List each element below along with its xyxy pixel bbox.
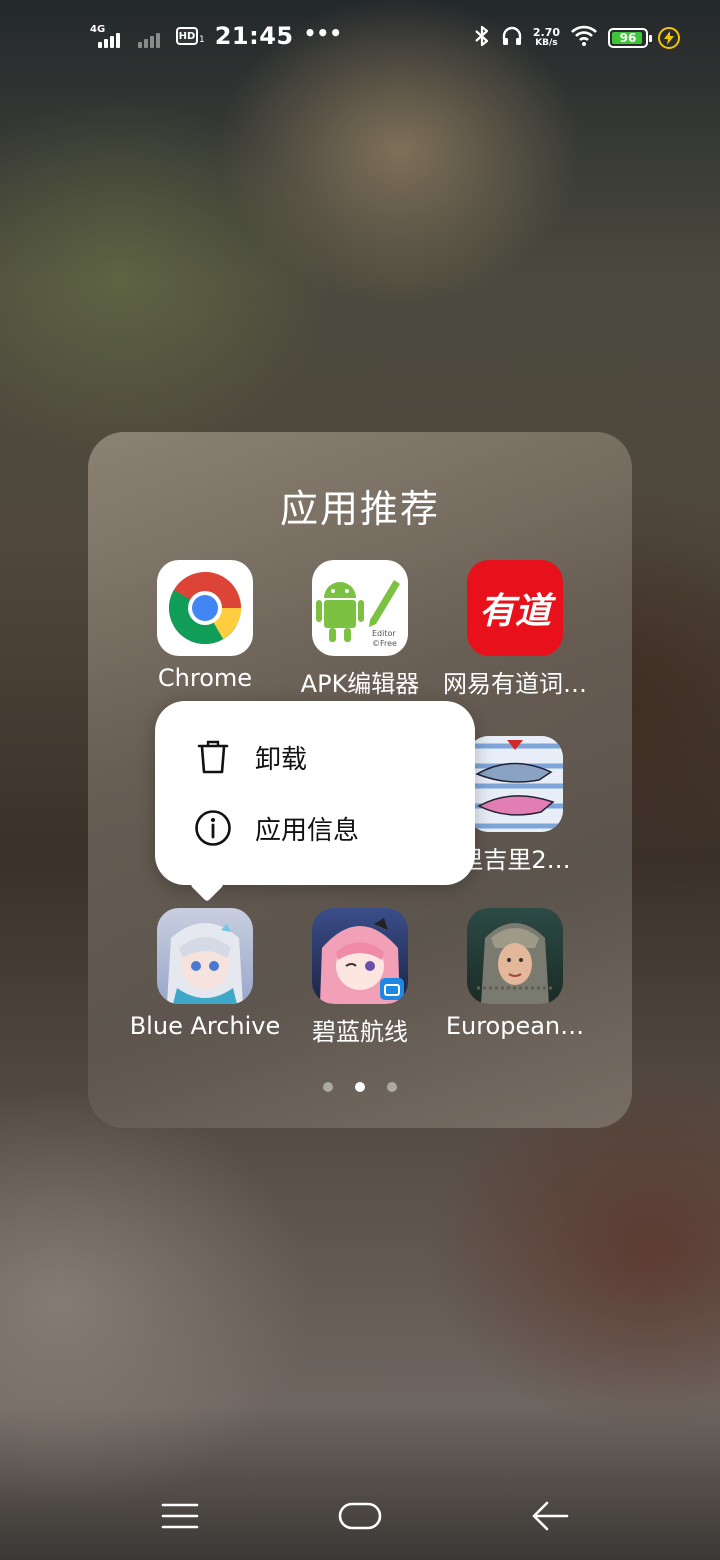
app-youdao[interactable]: 有道 网易有道词… bbox=[438, 560, 592, 699]
blue-archive-icon bbox=[157, 908, 253, 1004]
svg-text:Editor: Editor bbox=[372, 629, 396, 638]
cellular-signal-icon: 4G bbox=[88, 24, 126, 48]
youdao-icon: 有道 bbox=[467, 560, 563, 656]
status-bar: 4G HD 1 21:45 ••• 2.70 KB/s 96 bbox=[0, 0, 720, 80]
page-dot[interactable] bbox=[387, 1082, 397, 1092]
wifi-icon bbox=[570, 25, 598, 51]
home-button[interactable] bbox=[330, 1494, 390, 1542]
app-info-button[interactable]: 应用信息 bbox=[193, 803, 359, 853]
bluetooth-icon bbox=[473, 24, 491, 52]
headphones-icon bbox=[501, 25, 523, 51]
battery-icon: 96 bbox=[608, 28, 652, 48]
svg-text:©Free: ©Free bbox=[372, 639, 397, 648]
info-icon bbox=[193, 808, 233, 848]
back-button[interactable] bbox=[520, 1494, 580, 1542]
trash-icon bbox=[193, 737, 233, 777]
more-notifications-icon: ••• bbox=[303, 21, 342, 45]
clock: 21:45 bbox=[214, 22, 294, 50]
hd-voice-icon: HD 1 bbox=[176, 27, 205, 45]
home-icon bbox=[338, 1501, 382, 1535]
app-european-war[interactable]: European… bbox=[438, 908, 592, 1040]
chrome-icon bbox=[157, 560, 253, 656]
page-dot[interactable] bbox=[323, 1082, 333, 1092]
app-chrome[interactable]: Chrome bbox=[128, 560, 282, 692]
app-azur-lane[interactable]: 碧蓝航线 bbox=[283, 908, 437, 1047]
uninstall-button[interactable]: 卸载 bbox=[193, 732, 307, 782]
shark-game-icon bbox=[467, 736, 563, 832]
european-war-icon bbox=[467, 908, 563, 1004]
azur-lane-icon bbox=[312, 908, 408, 1004]
menu-button[interactable] bbox=[150, 1494, 210, 1542]
page-indicator[interactable] bbox=[88, 1082, 632, 1092]
folder-title[interactable]: 应用推荐 bbox=[88, 478, 632, 533]
app-blue-archive[interactable]: Blue Archive bbox=[128, 908, 282, 1040]
navigation-bar bbox=[0, 1480, 720, 1560]
app-context-menu: 卸载 应用信息 bbox=[155, 701, 475, 885]
menu-icon bbox=[161, 1501, 199, 1535]
page-dot-active[interactable] bbox=[355, 1082, 365, 1092]
back-arrow-icon bbox=[531, 1500, 569, 1536]
network-speed: 2.70 KB/s bbox=[532, 26, 560, 48]
charging-icon bbox=[658, 27, 680, 49]
app-apk-editor[interactable]: Editor ©Free APK编辑器 bbox=[283, 560, 437, 699]
apk-editor-icon: Editor ©Free bbox=[312, 560, 408, 656]
cellular-signal-2-icon bbox=[136, 24, 166, 48]
